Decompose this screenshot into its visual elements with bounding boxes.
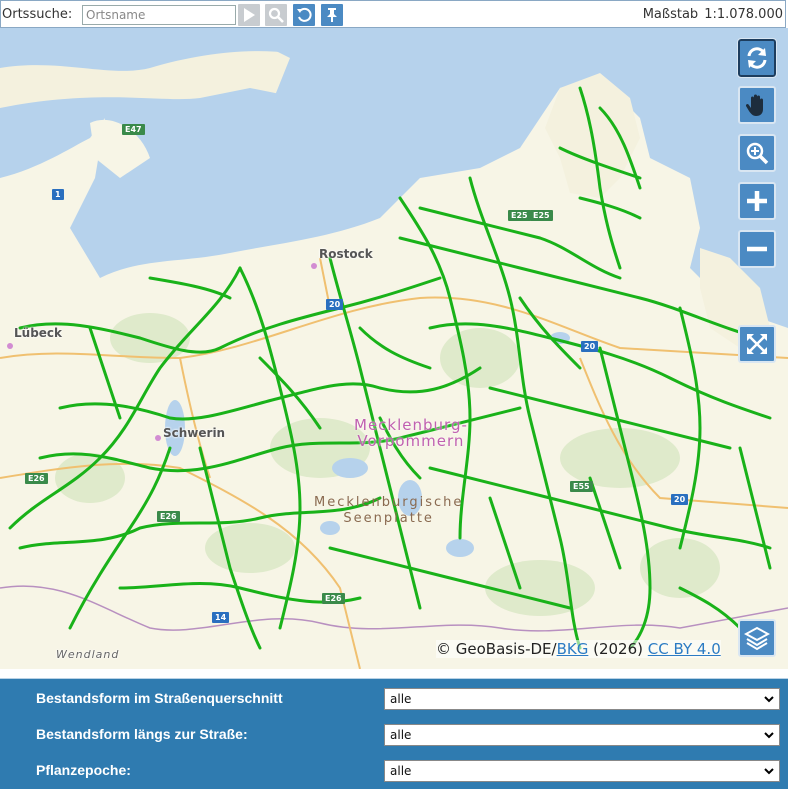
refresh-map-button[interactable] xyxy=(737,38,777,78)
place-label-rostock: Rostock xyxy=(319,247,373,261)
filter-row-pflanzepoche: Pflanzepoche: alle xyxy=(0,757,788,785)
pin-location-button[interactable] xyxy=(321,4,343,26)
scale-value: 1:1.078.000 xyxy=(704,7,783,22)
place-search-input[interactable] xyxy=(82,5,236,25)
scale-label: Maßstab xyxy=(642,7,699,22)
license-link[interactable]: CC BY 4.0 xyxy=(648,640,721,658)
road-shield: E25 xyxy=(530,210,553,221)
filter-panel: Bestandsform im Straßenquerschnitt alle … xyxy=(0,678,788,789)
filter-select-querschnitt[interactable]: alle xyxy=(384,688,780,710)
pin-icon xyxy=(327,8,337,22)
map-view[interactable]: Rostock Lübeck Schwerin Wendland Mecklen… xyxy=(0,28,788,669)
road-shield: E47 xyxy=(122,124,145,135)
region-label-mv-line1: Mecklenburg- xyxy=(354,416,468,434)
filter-value-pflanzepoche: alle xyxy=(390,764,412,778)
zoom-out-icon xyxy=(747,246,767,252)
road-shield: 1 xyxy=(52,189,64,200)
road-shield: E26 xyxy=(322,593,345,604)
pan-hand-icon xyxy=(745,94,763,116)
region-label-mv: Mecklenburg- Vorpommern xyxy=(354,417,468,449)
filter-label-pflanzepoche: Pflanzepoche: xyxy=(36,762,131,778)
region-label-seenplatte-line1: Mecklenburgische xyxy=(314,495,464,510)
search-icon xyxy=(268,7,284,23)
fullscreen-icon xyxy=(747,334,767,354)
fullscreen-button[interactable] xyxy=(738,325,776,363)
refresh-icon xyxy=(747,47,767,69)
filter-row-querschnitt: Bestandsform im Straßenquerschnitt alle xyxy=(0,685,788,713)
chevron-down-icon xyxy=(764,732,774,739)
road-shield: E26 xyxy=(157,511,180,522)
undo-icon xyxy=(297,7,312,22)
road-shield: E26 xyxy=(25,473,48,484)
region-label-seenplatte-line2: Seenplatte xyxy=(343,511,434,526)
search-button[interactable] xyxy=(265,4,287,26)
place-label-schwerin: Schwerin xyxy=(163,426,226,440)
zoom-in-icon xyxy=(747,191,767,211)
pan-tool-button[interactable] xyxy=(738,86,776,124)
search-go-button[interactable] xyxy=(238,4,260,26)
filter-label-querschnitt: Bestandsform im Straßenquerschnitt xyxy=(36,690,283,706)
road-shield: 20 xyxy=(671,494,689,505)
filter-label-laengs: Bestandsform längs zur Straße: xyxy=(36,726,248,742)
attribution-middle: (2026) xyxy=(588,640,648,658)
place-label-wendland: Wendland xyxy=(56,648,120,661)
filter-select-pflanzepoche[interactable]: alle xyxy=(384,760,780,782)
zoom-in-button[interactable] xyxy=(738,182,776,220)
road-shield: 14 xyxy=(212,612,230,623)
zoom-box-icon xyxy=(746,142,769,165)
map-scale: Maßstab 1:1.078.000 xyxy=(637,7,783,22)
road-shield: 20 xyxy=(326,299,344,310)
region-label-mv-line2: Vorpommern xyxy=(357,432,465,450)
road-shield: 20 xyxy=(581,341,599,352)
zoom-box-button[interactable] xyxy=(738,134,776,172)
filter-row-laengs: Bestandsform längs zur Straße: alle xyxy=(0,721,788,749)
region-label-seenplatte: Mecklenburgische Seenplatte xyxy=(314,495,463,527)
filter-value-laengs: alle xyxy=(390,728,412,742)
search-label: Ortssuche: xyxy=(2,7,73,22)
filter-value-querschnitt: alle xyxy=(390,692,412,706)
map-attribution: © GeoBasis-DE/BKG (2026) CC BY 4.0 xyxy=(436,640,721,658)
zoom-out-button[interactable] xyxy=(738,230,776,268)
layers-button[interactable] xyxy=(738,619,776,657)
layers-icon xyxy=(744,626,770,651)
play-icon xyxy=(244,8,255,22)
chevron-down-icon xyxy=(764,768,774,775)
road-shield: E55 xyxy=(570,481,593,492)
basemap xyxy=(0,28,788,669)
chevron-down-icon xyxy=(764,696,774,703)
filter-select-laengs[interactable]: alle xyxy=(384,724,780,746)
road-shield: E25 xyxy=(508,210,531,221)
reset-search-button[interactable] xyxy=(293,4,315,26)
bkg-link[interactable]: BKG xyxy=(557,640,589,658)
search-bar: Ortssuche: Maßstab 1:1.078.000 xyxy=(0,0,786,28)
place-label-luebeck: Lübeck xyxy=(14,326,63,340)
attribution-prefix: © GeoBasis-DE/ xyxy=(436,640,557,658)
